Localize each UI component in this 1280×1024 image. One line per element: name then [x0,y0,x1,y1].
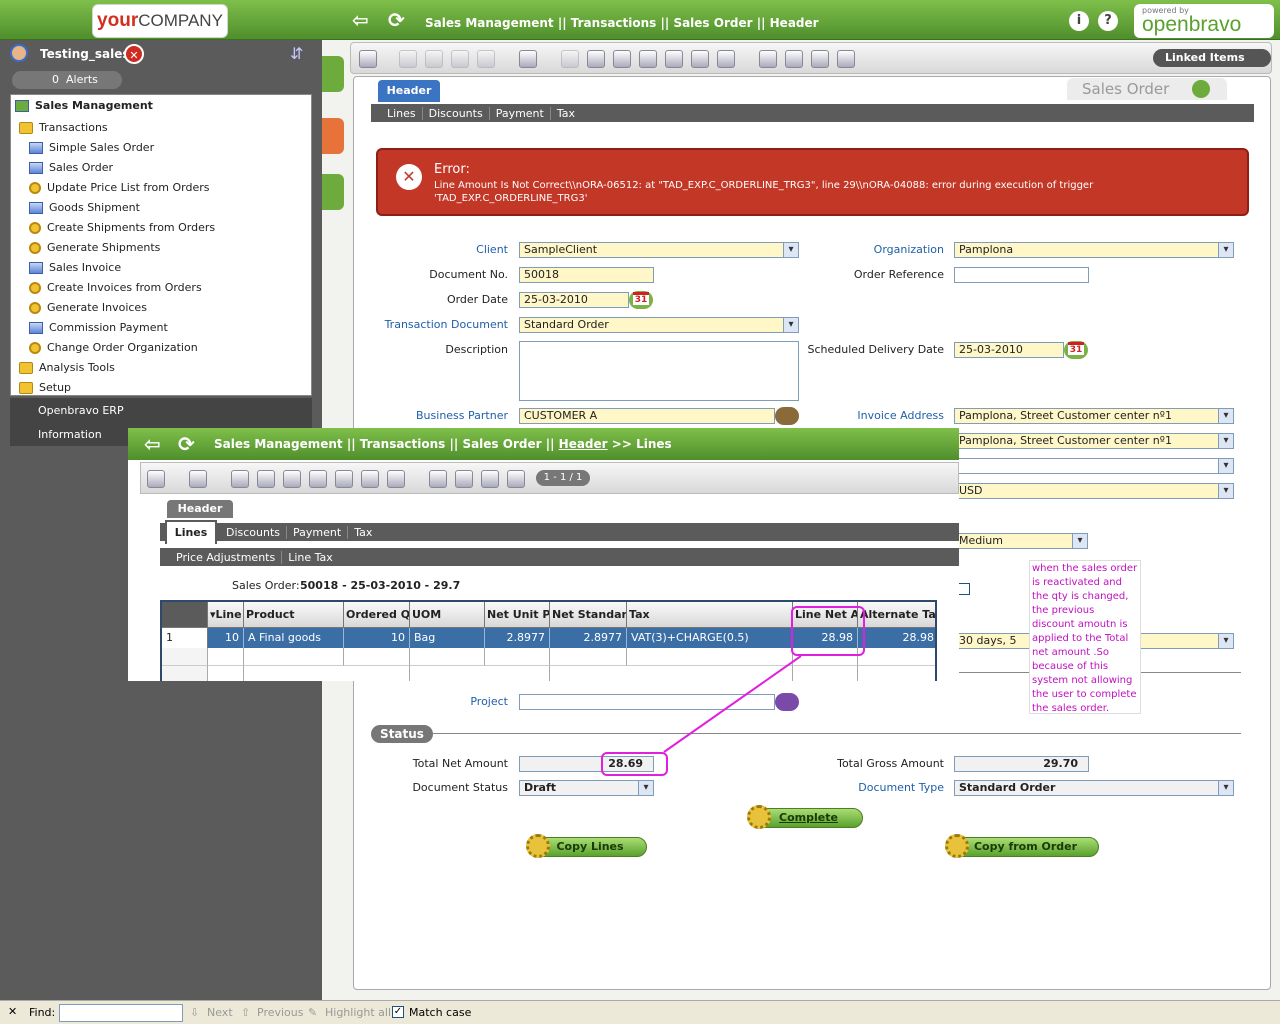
previous-icon[interactable]: ⇧ [241,1006,250,1019]
annotation-connector [663,655,802,753]
match-case-checkbox[interactable]: ✓ [392,1006,404,1018]
popup-tab-lines[interactable]: Lines [165,520,217,544]
highlight-icon[interactable]: ✎ [308,1006,317,1019]
next-icon[interactable]: ⇩ [190,1006,199,1019]
match-case-label[interactable]: Match case [409,1006,471,1019]
highlight-all-button[interactable]: Highlight all [325,1006,391,1019]
find-bar: ✕ Find: ⇩ Next ⇧ Previous ✎ Highlight al… [0,1000,1280,1024]
close-find-icon[interactable]: ✕ [8,1005,17,1018]
find-previous-button[interactable]: Previous [257,1006,304,1019]
find-next-button[interactable]: Next [207,1006,233,1019]
find-label: Find: [29,1006,56,1019]
annotation-line [663,655,802,753]
find-input[interactable] [59,1004,183,1022]
